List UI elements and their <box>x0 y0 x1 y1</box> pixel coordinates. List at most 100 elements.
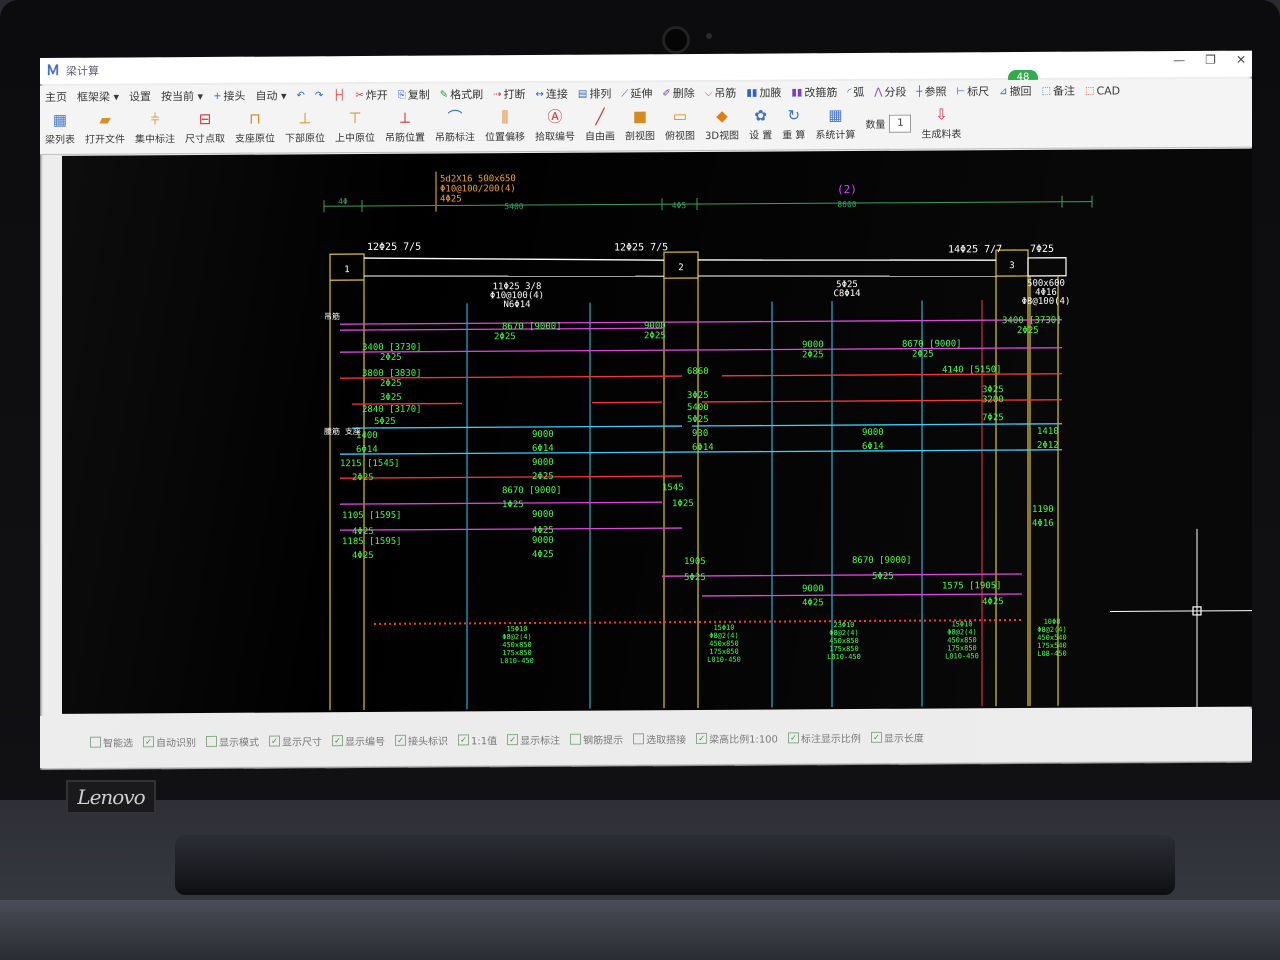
menu-item-5[interactable]: 自动 ▾ <box>250 87 291 103</box>
stirrup-label: L08-450 <box>1037 650 1067 658</box>
rebar-label: 9000 <box>532 510 554 520</box>
status-toggle-7[interactable]: ✓ 显示标注 <box>507 731 560 747</box>
status-toggle-5[interactable]: ✓ 接头标识 <box>395 732 448 747</box>
toolbar-button-10[interactable]: Ⓐ 拾取编号 <box>530 105 580 143</box>
toolbar-button-7[interactable]: ⟂ 吊筋位置 <box>380 106 430 144</box>
menu-item-label: 吊筋 <box>714 86 737 100</box>
checkbox[interactable]: ✓ <box>269 735 280 747</box>
toolbar-button-1[interactable]: ▰ 打开文件 <box>80 107 130 146</box>
menu-item-16[interactable]: ✐ 删除 <box>657 85 699 101</box>
status-toggle-9[interactable]: 选取搭接 <box>633 731 686 746</box>
menu-item-label: 炸开 <box>365 88 388 103</box>
menu-item-label: 撤回 <box>1009 84 1032 99</box>
toolbar-button-13[interactable]: ▭ 俯视图 <box>660 104 700 142</box>
close-button[interactable]: ✕ <box>1236 53 1246 67</box>
minimize-button[interactable]: — <box>1173 53 1185 67</box>
status-toggle-10[interactable]: ✓ 梁高比例1:100 <box>696 730 778 745</box>
checkbox[interactable]: ✓ <box>458 733 469 745</box>
toolbar-button-11[interactable]: ╱ 自由画 <box>580 104 620 143</box>
toolbar-button-17[interactable]: ▦ 系统计算 <box>810 103 860 141</box>
menu-item-26[interactable]: ⬚ CAD <box>1080 84 1125 97</box>
toolbar-button-12[interactable]: ■ 剖视图 <box>620 104 660 142</box>
quantity-input[interactable]: 1 <box>889 114 912 133</box>
status-toggle-3[interactable]: ✓ 显示尺寸 <box>269 733 322 748</box>
menu-item-18[interactable]: ▮▮ 加腋 <box>741 84 786 100</box>
stirrup-label: 15Φ10 <box>951 620 972 628</box>
toolbar-button-15[interactable]: ✿ 设 置 <box>744 103 777 142</box>
toolbar-button-16[interactable]: ↻ 重 算 <box>777 103 810 141</box>
menu-item-0[interactable]: 主页 <box>40 89 72 105</box>
menu-item-4[interactable]: + 接头 <box>208 88 250 104</box>
menu-item-19[interactable]: ▮▮ 改箍筋 <box>786 84 842 100</box>
checkbox[interactable] <box>90 736 101 748</box>
status-toggle-2[interactable]: 显示模式 <box>206 733 259 748</box>
menu-item-21[interactable]: ⋀ 分段 <box>869 84 911 100</box>
menu-item-10[interactable]: ⎘ 复制 <box>393 87 435 103</box>
menu-item-13[interactable]: ↔ 连接 <box>530 86 572 102</box>
status-toggle-4[interactable]: ✓ 显示编号 <box>332 732 385 748</box>
menu-item-14[interactable]: ▤ 排列 <box>573 85 616 101</box>
checkbox[interactable] <box>570 733 582 745</box>
maximize-button[interactable]: ❐ <box>1205 53 1216 67</box>
checkbox[interactable]: ✓ <box>507 733 519 745</box>
toolbar-button-6[interactable]: ⊤ 上中原位 <box>330 106 380 144</box>
menu-item-20[interactable]: ◜ 弧 <box>842 84 869 100</box>
status-toggle-11[interactable]: ✓ 标注显示比例 <box>787 729 861 745</box>
toolbar-button-4[interactable]: ⊓ 支座原位 <box>230 107 280 145</box>
toolbar-button-18[interactable]: 数量 1 <box>860 103 916 133</box>
menu-item-6[interactable]: ↶ <box>291 90 309 101</box>
checkbox[interactable]: ✓ <box>696 732 708 744</box>
status-toggle-0[interactable]: 智能选 <box>90 734 133 749</box>
checkbox[interactable]: ✓ <box>395 734 406 746</box>
beam-drawing[interactable]: 5d2X16 500x650Φ10@100/200(4)4Φ254Φ5400 4Φ… <box>62 149 1252 714</box>
rebar-label: 4Φ25 <box>532 526 554 536</box>
top-rebar-label: 14Φ25 7/7 <box>948 244 1002 255</box>
menu-item-24[interactable]: ⊿ 撤回 <box>994 83 1036 99</box>
stirrup-label: Φ8@2(4) <box>709 632 739 640</box>
drawing-canvas[interactable]: 5d2X16 500x650 Φ10@100/200(4) 4Φ25 4Φ 5400 4Φ… <box>62 148 1252 714</box>
status-toggle-label: 接头标识 <box>408 736 448 748</box>
rebar-line <box>722 373 1062 377</box>
status-toggle-12[interactable]: ✓ 显示长度 <box>870 729 924 744</box>
checkbox[interactable] <box>206 735 217 747</box>
menu-item-25[interactable]: ⬚ 备注 <box>1037 83 1080 99</box>
menu-item-7[interactable]: ↷ <box>310 90 328 101</box>
stirrup-label: L010-450 <box>945 652 979 660</box>
toolbar-button-19[interactable]: ⇩ 生成料表 <box>916 102 966 140</box>
menu-item-15[interactable]: ⟋ 延伸 <box>616 85 657 101</box>
status-toggle-8[interactable]: 钢筋提示 <box>570 731 623 746</box>
menu-item-17[interactable]: ⌵ 吊筋 <box>700 85 742 101</box>
toolbar-button-14[interactable]: ◆ 3D视图 <box>700 104 744 142</box>
toolbar-button-3[interactable]: ⊟ 尺寸点取 <box>180 107 230 145</box>
menu-item-2[interactable]: 设置 <box>124 88 156 104</box>
toolbar-button-2[interactable]: ⫩ 集中标注 <box>130 107 180 145</box>
checkbox[interactable] <box>633 732 645 744</box>
menu-item-11[interactable]: ✎ 格式刷 <box>435 86 488 102</box>
rebar-label: 1545 <box>662 483 684 493</box>
status-toggle-label: 选取搭接 <box>646 734 687 746</box>
toolbar-button-8[interactable]: ⌒ 吊筋标注 <box>430 105 480 143</box>
menu-item-12[interactable]: ⇢ 打断 <box>488 86 530 102</box>
menu-item-22[interactable]: ┼ 参照 <box>911 83 951 99</box>
menu-item-23[interactable]: ⊢ 标尺 <box>951 83 994 99</box>
status-toggle-6[interactable]: ✓ 1:1值 <box>458 732 497 747</box>
menu-item-label: 设置 <box>129 90 152 104</box>
menu-item-icon: ⬚ <box>1041 85 1052 97</box>
side-label: 腰筋 支座 <box>324 426 361 436</box>
checkbox[interactable]: ✓ <box>332 734 343 746</box>
app-logo-icon: Ｍ <box>46 62 60 79</box>
checkbox[interactable]: ✓ <box>787 731 799 743</box>
menu-item-8[interactable]: ├┤ <box>328 90 350 101</box>
menu-item-9[interactable]: ✂ 炸开 <box>350 87 392 103</box>
toolbar-button-5[interactable]: ⊥ 下部原位 <box>280 106 330 144</box>
toolbar-button-9[interactable]: ⫼ 位置偏移 <box>480 105 530 143</box>
menu-item-1[interactable]: 框架梁 ▾ <box>72 88 124 104</box>
toolbar-icon: ▦ <box>52 110 68 129</box>
menu-item-3[interactable]: 按当前 ▾ <box>156 88 208 104</box>
toolbar-button-0[interactable]: ▦ 梁列表 <box>40 108 80 146</box>
checkbox[interactable]: ✓ <box>870 731 882 743</box>
status-toggle-1[interactable]: ✓ 自动识别 <box>143 734 196 749</box>
rebar-line <box>692 423 1062 427</box>
checkbox[interactable]: ✓ <box>143 735 154 747</box>
status-toggle-label: 钢筋提示 <box>583 734 624 747</box>
